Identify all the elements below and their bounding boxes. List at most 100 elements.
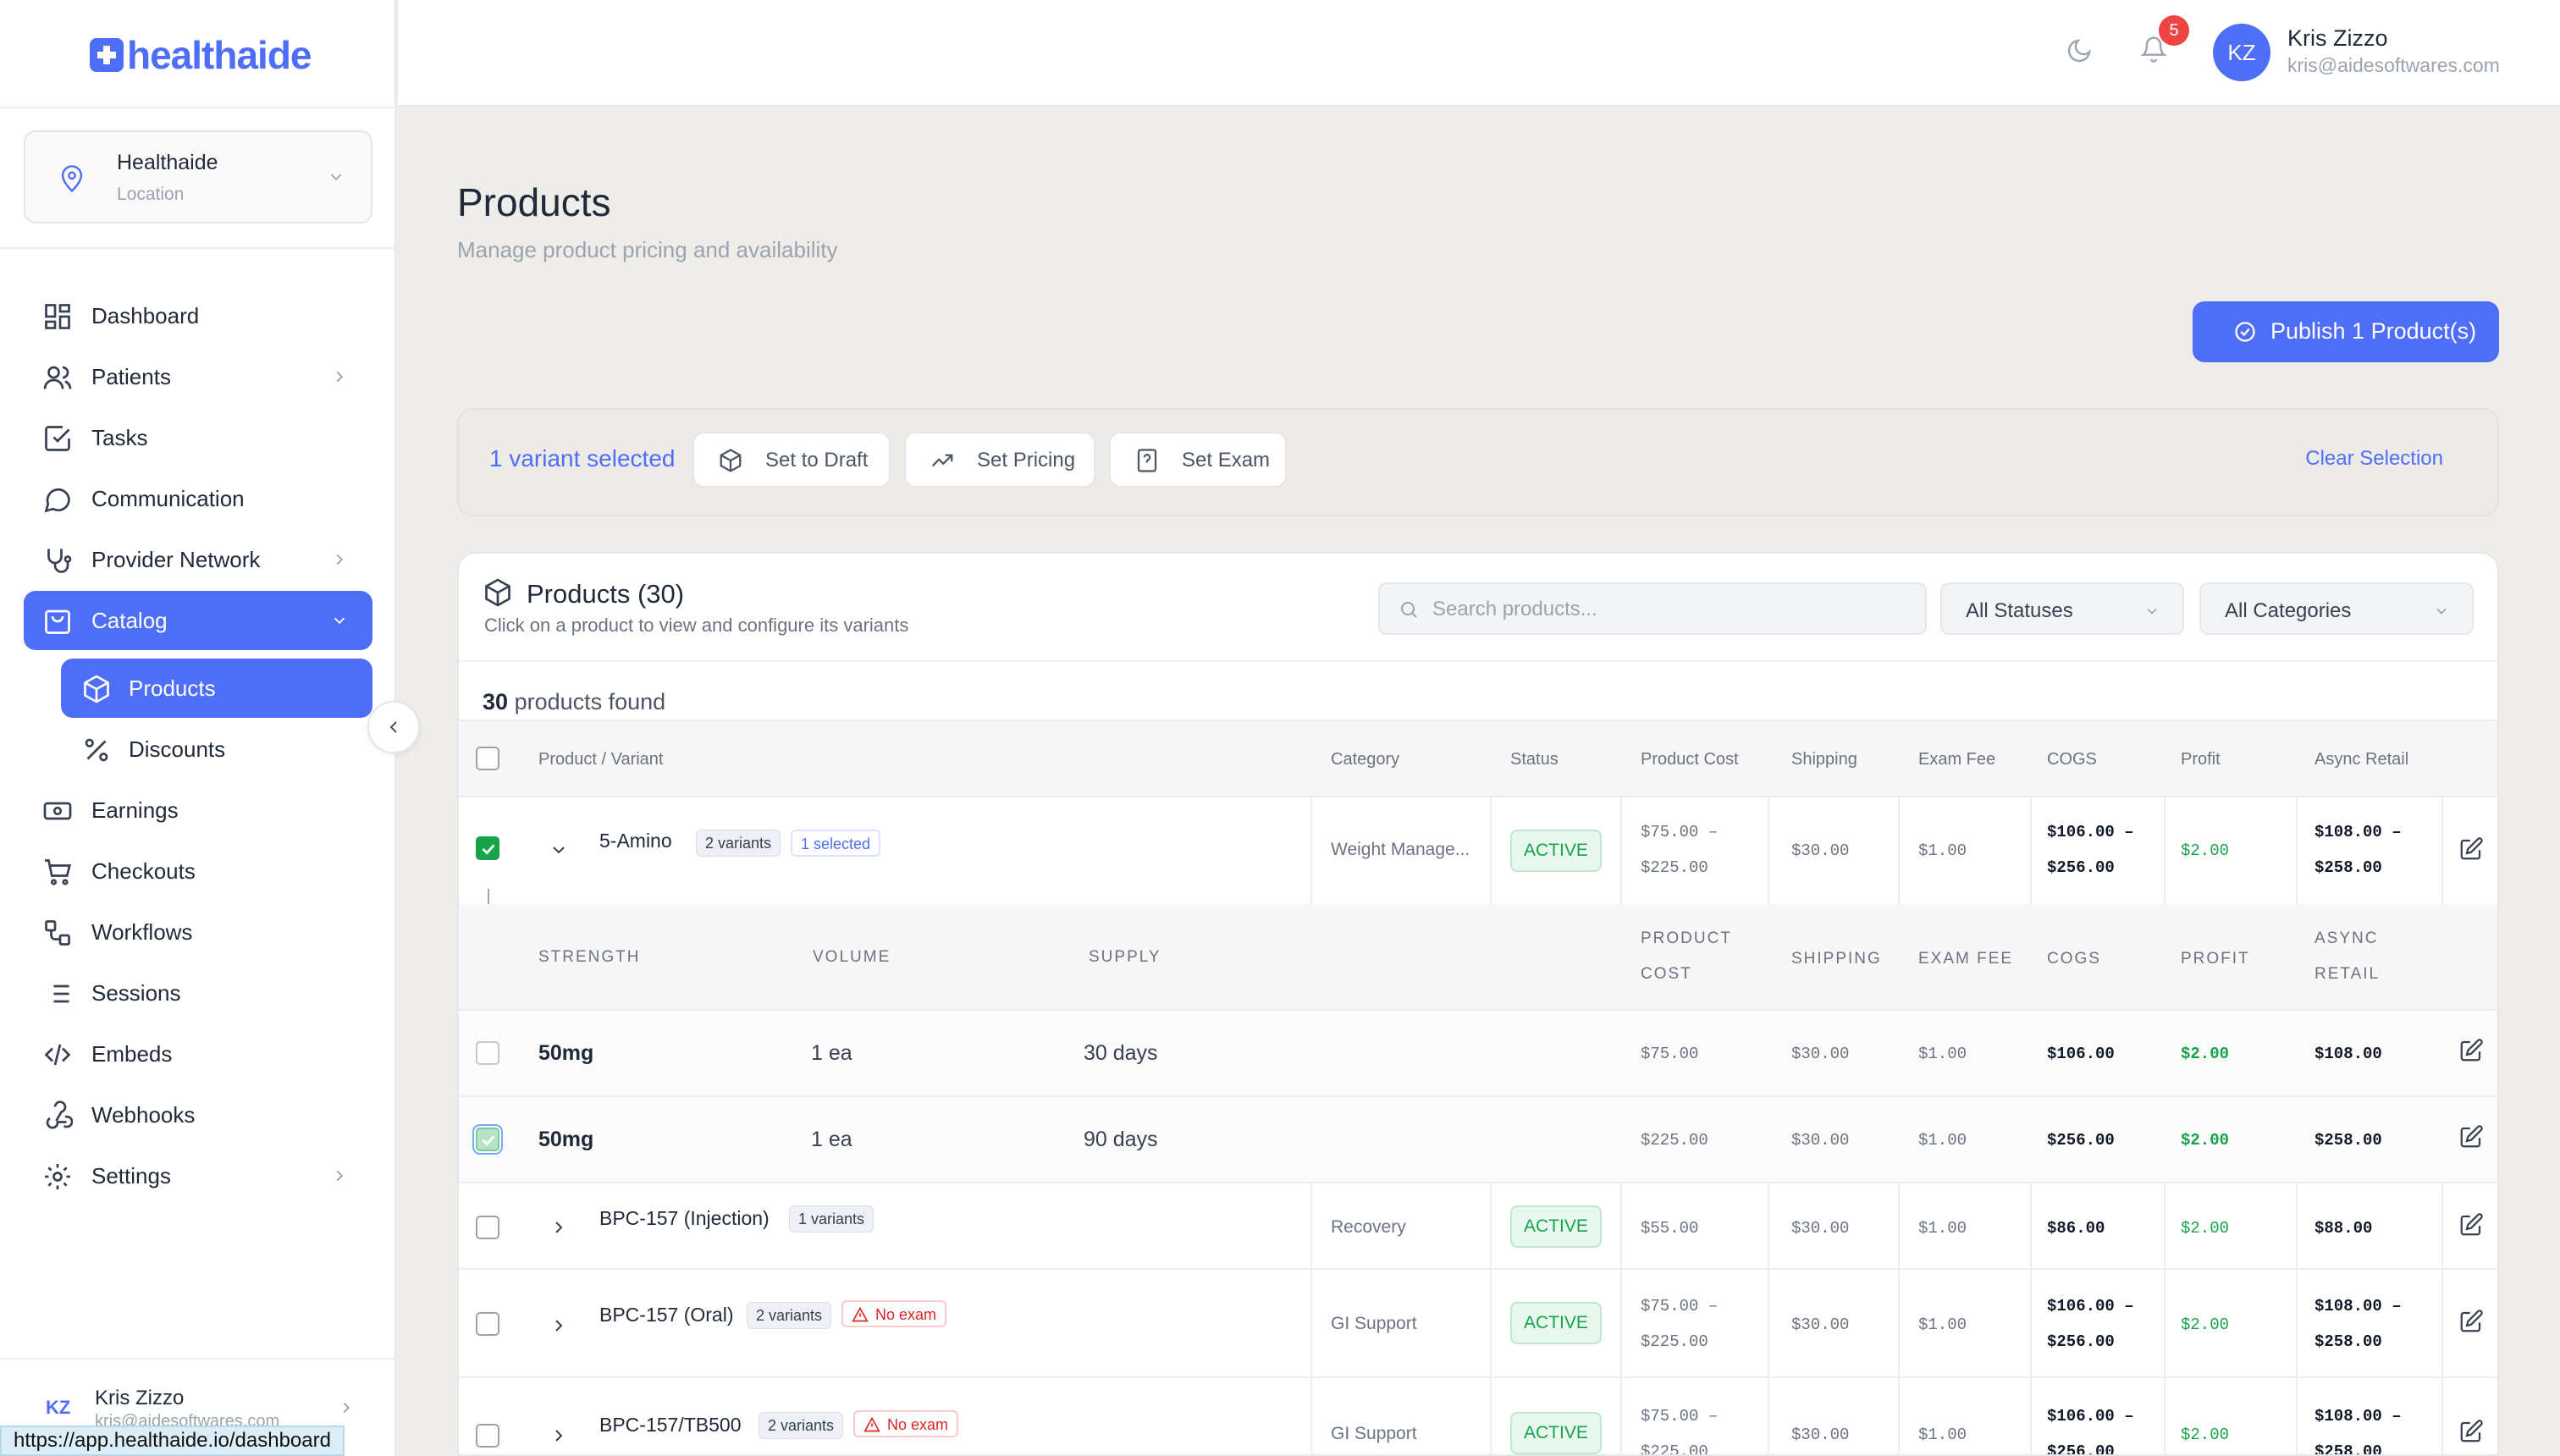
row-checkbox[interactable] — [476, 836, 499, 860]
nav-discounts[interactable]: Discounts — [61, 720, 372, 779]
column-header-profit[interactable]: Profit — [2181, 750, 2221, 769]
column-header-shipping[interactable]: Shipping — [1791, 750, 1857, 769]
no-exam-warning: No exam — [841, 1300, 947, 1327]
column-header-exam[interactable]: Exam Fee — [1918, 750, 1995, 769]
chevron-right-icon[interactable] — [549, 1217, 569, 1238]
nav-embeds[interactable]: Embeds — [24, 1024, 372, 1084]
nav-label: Checkouts — [91, 858, 196, 884]
status-badge: ACTIVE — [1510, 1412, 1602, 1454]
gear-icon — [42, 1161, 73, 1192]
nav-webhooks[interactable]: Webhooks — [24, 1085, 372, 1144]
avatar[interactable]: KZ — [2213, 24, 2270, 81]
tree-connector — [488, 889, 489, 904]
variant-table-header: STRENGTH VOLUME SUPPLY PRODUCT COST SHIPP… — [459, 904, 2497, 1011]
set-exam-button[interactable]: Set Exam — [1109, 432, 1287, 488]
chevron-right-icon[interactable] — [549, 1315, 569, 1336]
nav-earnings[interactable]: Earnings — [24, 780, 372, 840]
nav-provider-network[interactable]: Provider Network — [24, 530, 372, 589]
nav-workflows[interactable]: Workflows — [24, 902, 372, 962]
status-badge: ACTIVE — [1510, 830, 1602, 872]
variant-cost: $75.00 — [1641, 1045, 1699, 1063]
variant-count-badge: 1 variants — [789, 1205, 874, 1233]
nav-label: Tasks — [91, 425, 148, 450]
users-icon — [42, 362, 73, 393]
clear-selection-link[interactable]: Clear Selection — [2305, 447, 2443, 471]
set-to-draft-button[interactable]: Set to Draft — [692, 432, 891, 488]
variant-supply: 30 days — [1084, 1041, 1158, 1065]
variant-checkbox[interactable] — [476, 1041, 499, 1065]
column-header-category[interactable]: Category — [1331, 750, 1399, 769]
edit-icon[interactable] — [2458, 836, 2484, 862]
nav-checkouts[interactable]: Checkouts — [24, 841, 372, 901]
moon-icon[interactable] — [2066, 37, 2093, 64]
variant-cost: $225.00 — [1641, 1131, 1708, 1150]
column-header-cost[interactable]: Product Cost — [1641, 750, 1739, 769]
table-row[interactable]: BPC-157 (Oral) 2 variants No exam GI Sup… — [459, 1270, 2497, 1378]
brand-logo[interactable]: healthaide — [90, 32, 312, 78]
brand-name: healthaide — [127, 33, 312, 77]
variant-header-strength: STRENGTH — [538, 948, 641, 966]
category-filter-select[interactable]: All Categories — [2199, 582, 2474, 635]
banknote-icon — [42, 796, 73, 826]
status-filter-select[interactable]: All Statuses — [1940, 582, 2184, 635]
trending-up-icon — [930, 448, 955, 473]
edit-icon[interactable] — [2458, 1419, 2484, 1444]
cost-min: $75.00 – — [1641, 1407, 1719, 1426]
column-header-product[interactable]: Product / Variant — [538, 750, 663, 769]
location-switcher[interactable]: Healthaide Location — [24, 130, 372, 223]
variant-row[interactable]: 50mg 1 ea 90 days $225.00 $30.00 $1.00 $… — [459, 1097, 2497, 1183]
top-bar: 5 KZ Kris Zizzo kris@aidesoftwares.com — [398, 0, 2560, 107]
shipping-value: $30.00 — [1791, 1426, 1850, 1444]
card-title: Products (30) — [527, 579, 685, 609]
variant-header-profit: PROFIT — [2181, 950, 2250, 968]
nav-products[interactable]: Products — [61, 659, 372, 718]
variant-header-shipping: SHIPPING — [1791, 950, 1882, 968]
edit-icon[interactable] — [2458, 1124, 2484, 1150]
nav-label: Webhooks — [91, 1102, 196, 1128]
variant-checkbox[interactable] — [472, 1124, 503, 1155]
user-name: Kris Zizzo — [2287, 25, 2388, 51]
nav-sessions[interactable]: Sessions — [24, 963, 372, 1023]
product-category: Weight Manage... — [1331, 840, 1470, 859]
nav-catalog[interactable]: Catalog — [24, 591, 372, 650]
box-icon — [718, 448, 743, 473]
price-range: $75.00 – $225.00 — [1641, 814, 1718, 885]
product-name: BPC-157 (Injection) — [599, 1207, 770, 1229]
button-label: Set Exam — [1182, 449, 1271, 472]
nav-tasks[interactable]: Tasks — [24, 408, 372, 467]
list-icon — [42, 979, 73, 1009]
column-header-status[interactable]: Status — [1510, 750, 1559, 769]
chevron-down-icon[interactable] — [549, 840, 569, 860]
nav-label: Communication — [91, 486, 245, 511]
row-checkbox[interactable] — [476, 1424, 499, 1448]
edit-icon[interactable] — [2458, 1309, 2484, 1334]
shipping-value: $30.00 — [1791, 1219, 1850, 1238]
cost-max: $225.00 — [1641, 858, 1708, 877]
message-circle-icon — [42, 484, 73, 515]
variant-row[interactable]: 50mg 1 ea 30 days $75.00 $30.00 $1.00 $1… — [459, 1011, 2497, 1097]
table-row[interactable]: BPC-157 (Injection) 1 variants Recovery … — [459, 1183, 2497, 1270]
column-header-retail[interactable]: Async Retail — [2314, 750, 2408, 769]
box-icon — [483, 577, 513, 608]
nav-dashboard[interactable]: Dashboard — [24, 286, 372, 345]
table-row[interactable]: BPC-157/TB500 2 variants No exam GI Supp… — [459, 1378, 2497, 1454]
search-input[interactable] — [1432, 591, 1906, 628]
column-header-cogs[interactable]: COGS — [2047, 750, 2097, 769]
logo-cross-icon — [90, 38, 124, 72]
chevron-right-icon[interactable] — [549, 1426, 569, 1446]
publish-button[interactable]: Publish 1 Product(s) — [2193, 301, 2499, 362]
variant-retail: $258.00 — [2314, 1131, 2382, 1150]
nav-label: Dashboard — [91, 303, 200, 328]
nav-settings[interactable]: Settings — [24, 1146, 372, 1205]
set-pricing-button[interactable]: Set Pricing — [904, 432, 1095, 488]
select-all-checkbox[interactable] — [476, 747, 499, 770]
row-checkbox[interactable] — [476, 1216, 499, 1239]
edit-icon[interactable] — [2458, 1038, 2484, 1063]
table-row[interactable]: 5-Amino 2 variants 1 selected Weight Man… — [459, 797, 2497, 904]
nav-communication[interactable]: Communication — [24, 469, 372, 528]
nav-patients[interactable]: Patients — [24, 347, 372, 406]
row-checkbox[interactable] — [476, 1312, 499, 1336]
collapse-sidebar-button[interactable] — [367, 701, 420, 753]
header-line: RETAIL — [2314, 965, 2381, 983]
edit-icon[interactable] — [2458, 1212, 2484, 1238]
